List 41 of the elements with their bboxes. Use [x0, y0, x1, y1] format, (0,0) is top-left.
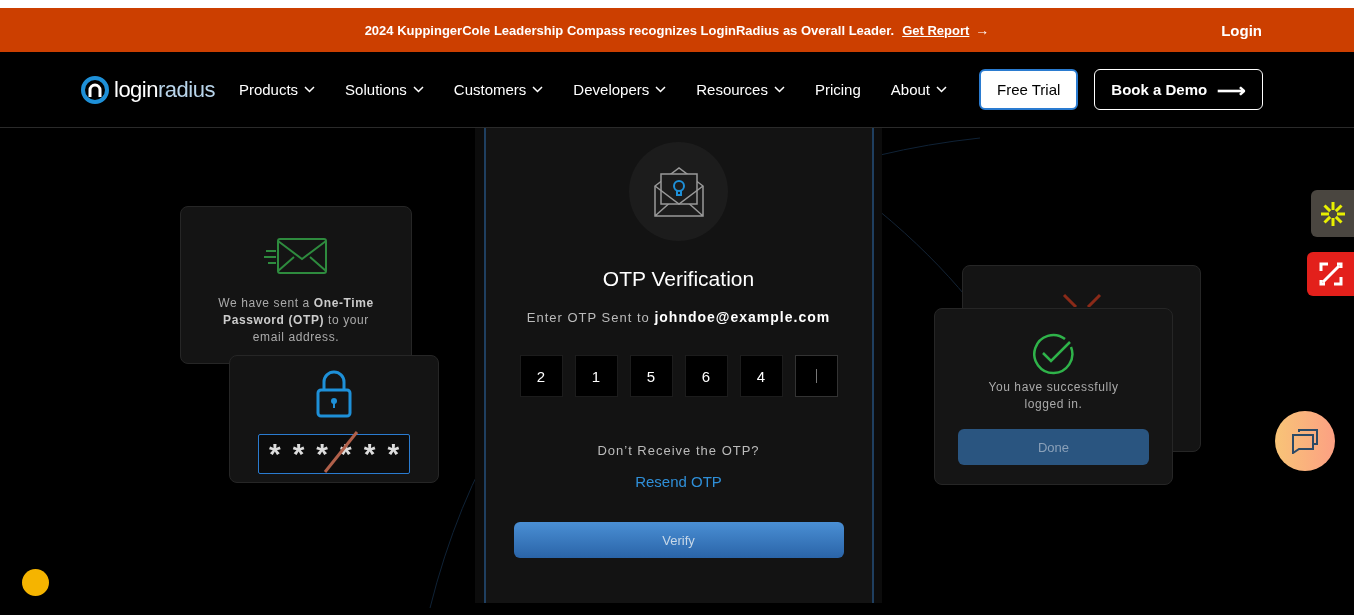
book-demo-button[interactable]: Book a Demo ⟶: [1094, 69, 1264, 110]
nav-menu-item[interactable]: Developers: [573, 81, 667, 98]
nav-menu-item[interactable]: Customers: [453, 81, 544, 98]
arrow-icon: →: [975, 22, 990, 38]
widget-tab[interactable]: [1307, 252, 1354, 296]
otp-digit-field[interactable]: 1: [574, 355, 618, 397]
otp-digit-field[interactable]: [794, 355, 838, 397]
logo-text[interactable]: loginradius: [114, 76, 215, 103]
otp-digit-field[interactable]: 4: [739, 355, 783, 397]
resend-prompt: Don’t Receive the OTP?: [597, 443, 760, 458]
success-message: You have successfully logged in.: [987, 379, 1120, 413]
envelope-keyhole-icon: [652, 165, 705, 218]
sparkle-icon: [1318, 199, 1347, 228]
nav-menu-item[interactable]: Pricing: [814, 81, 861, 98]
otp-digit-field[interactable]: 5: [629, 355, 673, 397]
otp-sent-message: We have sent a One-Time Password (OTP) to your email address.: [217, 295, 375, 346]
get-report-link[interactable]: Get Report: [902, 22, 970, 38]
chat-button[interactable]: [1275, 411, 1335, 471]
nav-menu-item[interactable]: Solutions: [345, 81, 424, 98]
nav-menu-item[interactable]: Products: [238, 81, 316, 98]
cookie-icon[interactable]: [22, 569, 49, 596]
resend-otp-link[interactable]: Resend OTP: [635, 473, 722, 490]
chat-icon: [1291, 428, 1319, 454]
otp-instruction: Enter OTP Sent to johndoe@example.com: [526, 309, 831, 325]
free-trial-button[interactable]: Free Trial: [979, 69, 1079, 110]
text-caret: [815, 369, 817, 383]
login-link[interactable]: Login: [1221, 21, 1262, 39]
otp-title: OTP Verification: [602, 267, 755, 291]
cross-icon: [1061, 293, 1102, 307]
widget-tab[interactable]: [1311, 190, 1354, 237]
otp-digit-field[interactable]: 2: [519, 355, 563, 397]
expand-arrows-icon: [1318, 262, 1343, 286]
check-circle-icon: [1032, 333, 1075, 375]
otp-digit-field[interactable]: 6: [684, 355, 728, 397]
banner-text: 2024 KuppingerCole Leadership Compass recognizes LoginRadius as Overall Leader.: [364, 22, 895, 38]
logo-icon[interactable]: [80, 74, 110, 105]
arrow-icon: ⟶: [1217, 77, 1247, 102]
envelope-icon: [264, 237, 328, 277]
nav-menu-item[interactable]: Resources: [696, 81, 785, 98]
padlock-icon: [315, 370, 353, 418]
nav-menu-item[interactable]: About: [890, 81, 947, 98]
